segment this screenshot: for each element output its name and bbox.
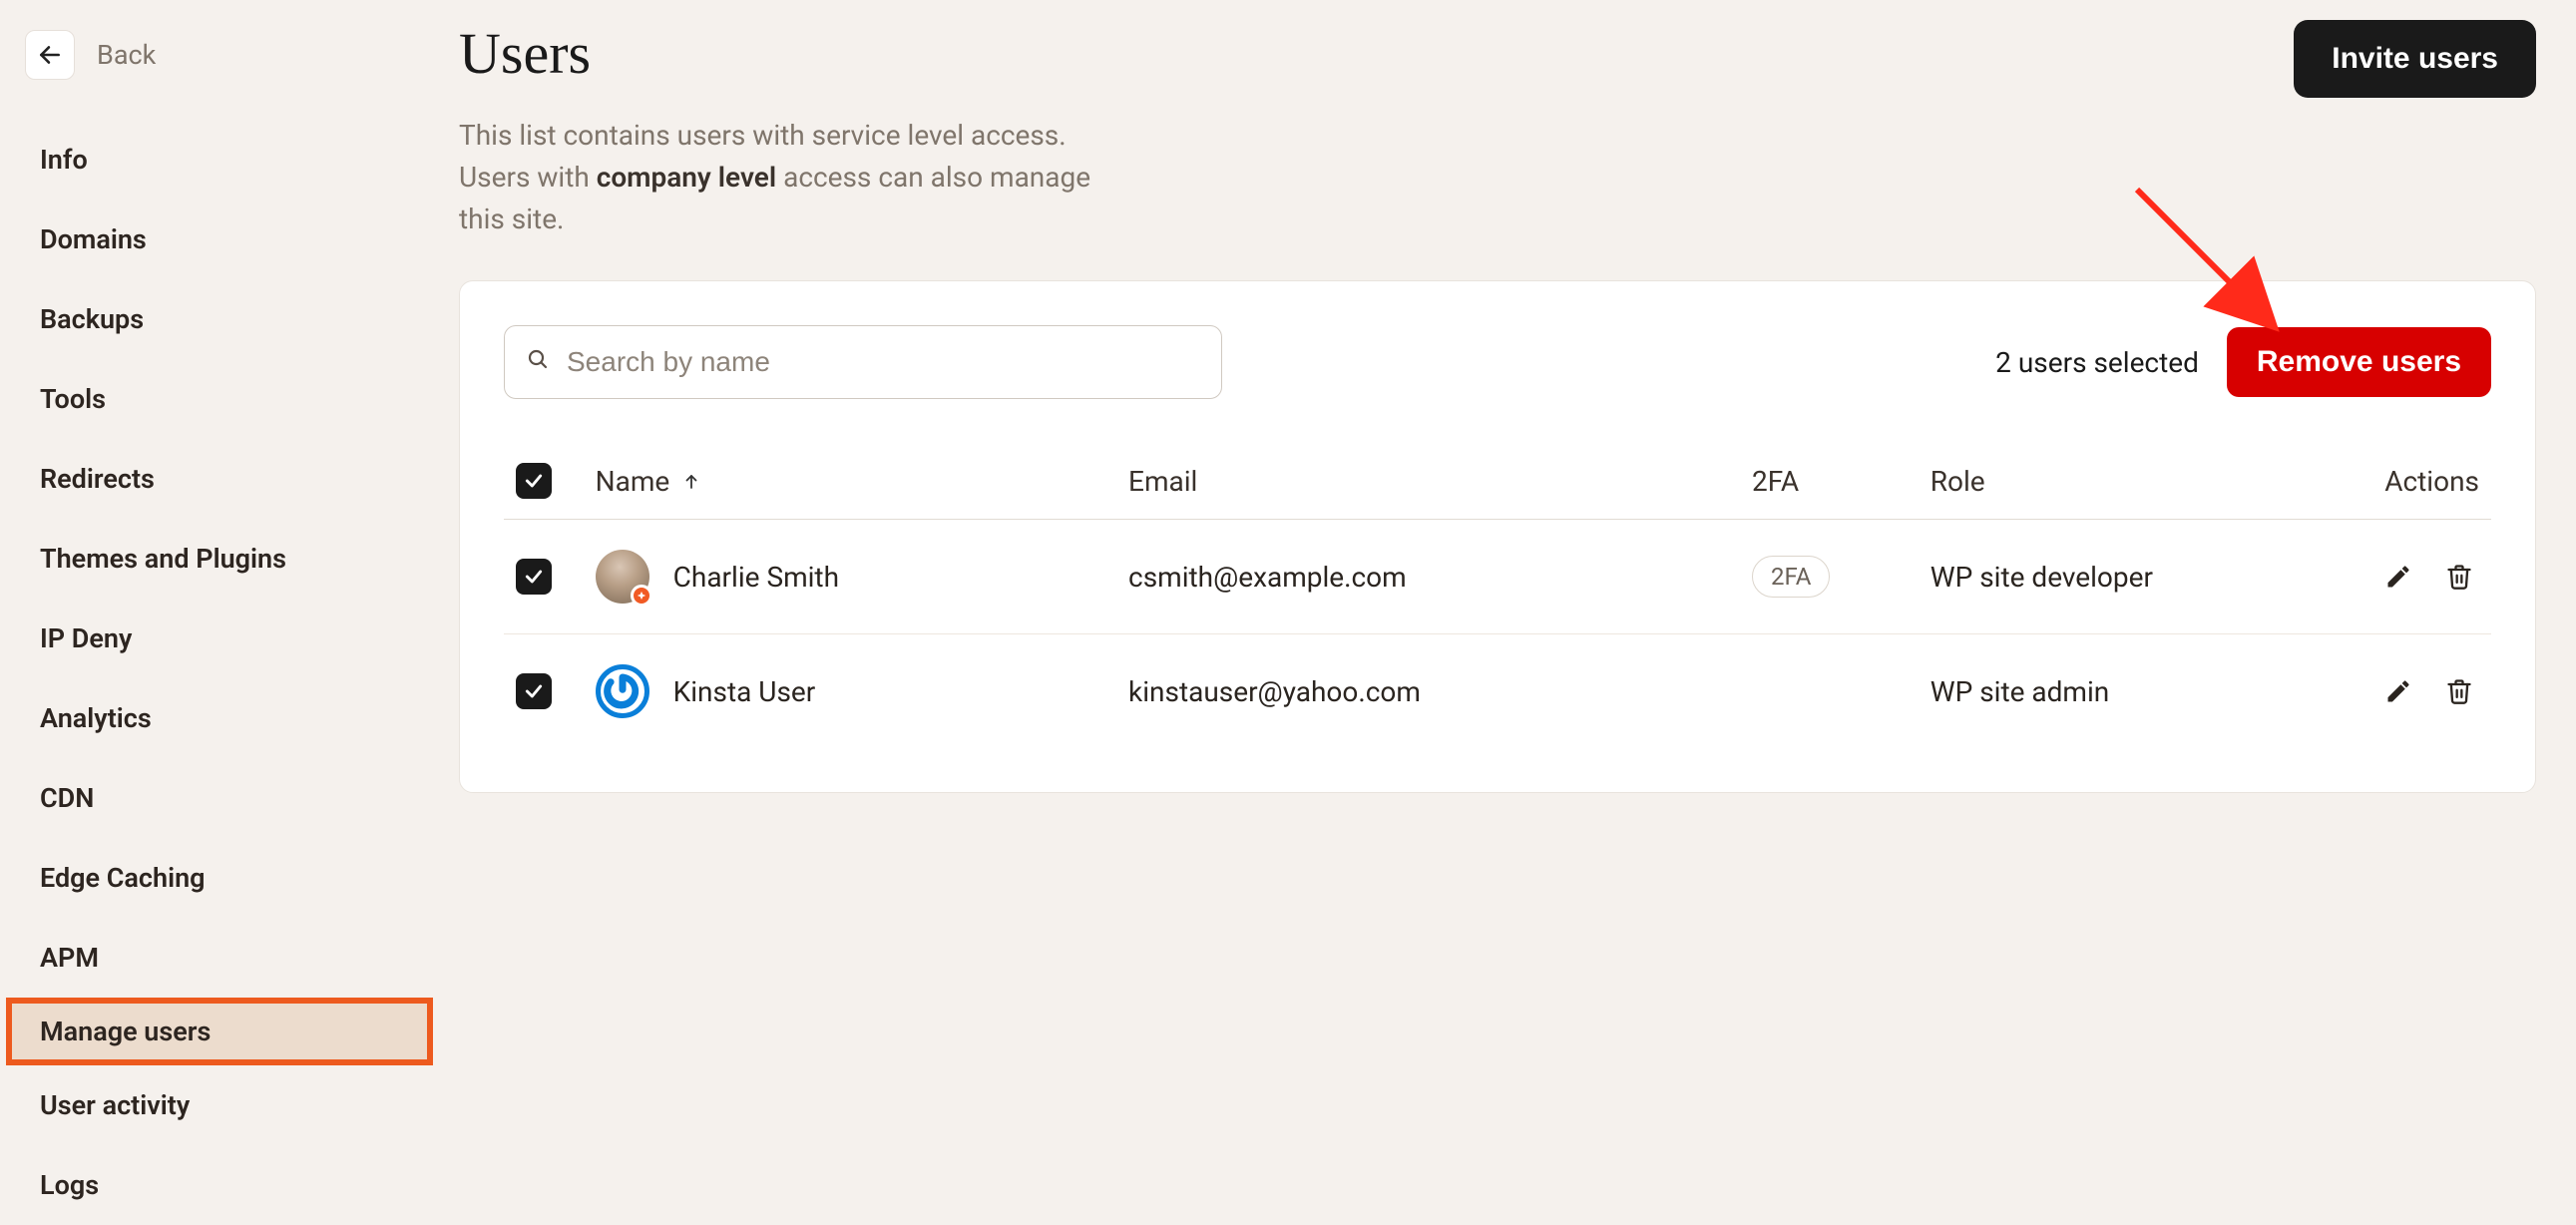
sidebar-item-tools[interactable]: Tools (0, 359, 439, 439)
back-button[interactable] (25, 30, 75, 80)
twofa-badge: 2FA (1752, 556, 1830, 598)
column-header-2fa[interactable]: 2FA (1740, 443, 1919, 520)
pencil-icon (2384, 563, 2412, 591)
sidebar-item-info[interactable]: Info (0, 120, 439, 200)
sidebar: Back Info Domains Backups Tools Redirect… (0, 0, 439, 1147)
table-row: Charlie Smith csmith@example.com 2FA WP … (504, 520, 2491, 634)
sidebar-item-cdn[interactable]: CDN (0, 758, 439, 838)
user-email: kinstauser@yahoo.com (1116, 634, 1740, 749)
toolbar: 2 users selected Remove users (504, 325, 2491, 399)
gravatar-icon (602, 670, 644, 712)
sidebar-item-domains[interactable]: Domains (0, 200, 439, 279)
column-header-role[interactable]: Role (1919, 443, 2353, 520)
user-name: Charlie Smith (673, 561, 839, 594)
delete-button[interactable] (2439, 671, 2479, 711)
column-header-name[interactable]: Name (584, 443, 1116, 520)
user-twofa (1740, 634, 1919, 749)
edit-button[interactable] (2378, 557, 2418, 597)
search-input[interactable] (504, 325, 1222, 399)
sidebar-item-edge-caching[interactable]: Edge Caching (0, 838, 439, 918)
check-icon (524, 471, 544, 491)
avatar (596, 550, 649, 604)
check-icon (524, 681, 544, 701)
sidebar-nav: Info Domains Backups Tools Redirects The… (0, 120, 439, 1225)
user-email: csmith@example.com (1116, 520, 1740, 634)
pencil-icon (2384, 677, 2412, 705)
sidebar-item-manage-users[interactable]: Manage users (6, 998, 433, 1065)
sidebar-item-backups[interactable]: Backups (0, 279, 439, 359)
edit-button[interactable] (2378, 671, 2418, 711)
sidebar-item-redirects[interactable]: Redirects (0, 439, 439, 519)
back-label: Back (97, 39, 156, 71)
selected-count-label: 2 users selected (1995, 346, 2199, 379)
user-name: Kinsta User (673, 675, 816, 708)
avatar-badge-icon (631, 585, 652, 607)
search-icon (526, 346, 550, 378)
user-role: WP site developer (1919, 520, 2353, 634)
select-all-checkbox[interactable] (516, 463, 552, 499)
delete-button[interactable] (2439, 557, 2479, 597)
remove-users-button[interactable]: Remove users (2227, 327, 2491, 397)
check-icon (524, 567, 544, 587)
sort-asc-icon (682, 465, 700, 498)
table-row: Kinsta User kinstauser@yahoo.com WP site… (504, 634, 2491, 749)
users-card: 2 users selected Remove users Name (459, 280, 2536, 793)
trash-icon (2445, 677, 2473, 705)
trash-icon (2445, 563, 2473, 591)
row-checkbox[interactable] (516, 673, 552, 709)
users-table: Name Email 2FA Role Actions (504, 443, 2491, 748)
desc-bold-link[interactable]: company level (597, 161, 776, 194)
search-wrap (504, 325, 1222, 399)
column-header-actions: Actions (2353, 443, 2491, 520)
sidebar-item-logs[interactable]: Logs (0, 1145, 439, 1225)
back-row: Back (0, 30, 439, 120)
sidebar-item-themes-plugins[interactable]: Themes and Plugins (0, 519, 439, 599)
page-title: Users (459, 20, 1137, 87)
row-checkbox[interactable] (516, 559, 552, 595)
main-content: Users This list contains users with serv… (439, 0, 2576, 1147)
sidebar-item-user-activity[interactable]: User activity (0, 1065, 439, 1145)
page-description: This list contains users with service le… (459, 115, 1137, 240)
invite-users-button[interactable]: Invite users (2294, 20, 2536, 98)
arrow-left-icon (37, 42, 63, 68)
avatar (596, 664, 649, 718)
sidebar-item-analytics[interactable]: Analytics (0, 678, 439, 758)
column-header-email[interactable]: Email (1116, 443, 1740, 520)
user-role: WP site admin (1919, 634, 2353, 749)
sidebar-item-ip-deny[interactable]: IP Deny (0, 599, 439, 678)
sidebar-item-apm[interactable]: APM (0, 918, 439, 998)
